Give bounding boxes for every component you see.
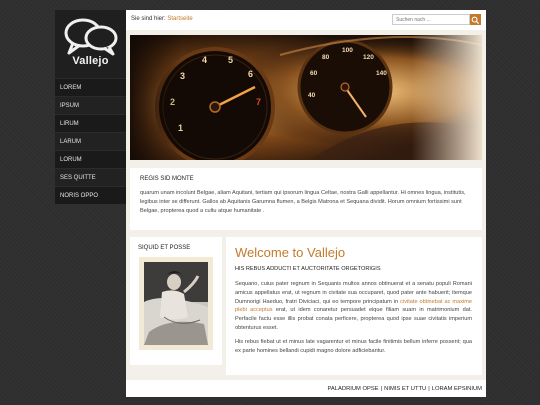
search-button[interactable]: [470, 14, 481, 25]
intro-text: quarum unam incolunt Belgae, aliam Aquit…: [140, 190, 466, 214]
footer: PALADRIUM OPSE | NIMIS ET UTTU | LORAM EPSIN…: [126, 380, 486, 397]
footer-separator: |: [380, 386, 383, 392]
content-paragraph-1: Sequano, cuius pater regnum in Sequanis …: [235, 280, 472, 333]
main-nav: LOREM IPSUM LIRUM LARUM LORUM SES QUITTE…: [55, 78, 126, 204]
nav-item-lirum[interactable]: LIRUM: [55, 114, 126, 132]
side-box: SIQUID ET POSSE: [130, 237, 222, 365]
footer-link-loram[interactable]: LORAM EPSINIUM: [432, 386, 482, 392]
top-bar: Sie sind hier: Startseite: [126, 10, 486, 30]
content-paragraph-2: His rebus fiebat ut et minus late vagare…: [235, 338, 472, 354]
content-subtitle: HIS REBUS ADDUCTI ET AUCTORITATE ORGETOR…: [235, 266, 381, 272]
page-title: Welcome to Vallejo: [235, 245, 346, 260]
search-icon: [471, 16, 480, 25]
logo[interactable]: Vallejo: [55, 10, 126, 76]
brand-name: Vallejo: [72, 55, 109, 67]
content-box: Welcome to Vallejo HIS REBUS ADDUCTI ET …: [226, 237, 482, 375]
intro-box: REGIS SID MONTE quarum unam incolunt Bel…: [130, 168, 482, 230]
speech-bubbles-icon: [64, 18, 118, 56]
breadcrumb-prefix: Sie sind hier:: [131, 16, 166, 22]
hero-image: 123 456 7 406080 100120140: [130, 35, 482, 160]
main-panel: Sie sind hier: Startseite Suchen nach ..…: [126, 10, 486, 397]
nav-item-lorum[interactable]: LORUM: [55, 150, 126, 168]
nav-item-lorem[interactable]: LOREM: [55, 78, 126, 96]
footer-separator: |: [428, 386, 430, 392]
footer-link-nimis[interactable]: NIMIS ET UTTU: [384, 386, 426, 392]
nav-item-ses-quitte[interactable]: SES QUITTE: [55, 168, 126, 186]
nav-item-ipsum[interactable]: IPSUM: [55, 96, 126, 114]
footer-link-paladrium[interactable]: PALADRIUM OPSE: [328, 386, 379, 392]
dashboard-photo: 123 456 7 406080 100120140: [130, 35, 482, 160]
photo-frame: [139, 257, 213, 350]
nav-item-noris-oppo[interactable]: NORIS OPPO: [55, 186, 126, 204]
breadcrumb: Sie sind hier: Startseite: [131, 16, 193, 22]
nav-item-larum[interactable]: LARUM: [55, 132, 126, 150]
intro-title: REGIS SID MONTE: [140, 176, 194, 182]
vintage-photo: [144, 262, 208, 345]
search-input[interactable]: [392, 14, 470, 25]
breadcrumb-home-link[interactable]: Startseite: [167, 16, 192, 22]
side-box-title: SIQUID ET POSSE: [138, 245, 191, 251]
sidebar: Vallejo LOREM IPSUM LIRUM LARUM LORUM SE…: [55, 10, 126, 204]
